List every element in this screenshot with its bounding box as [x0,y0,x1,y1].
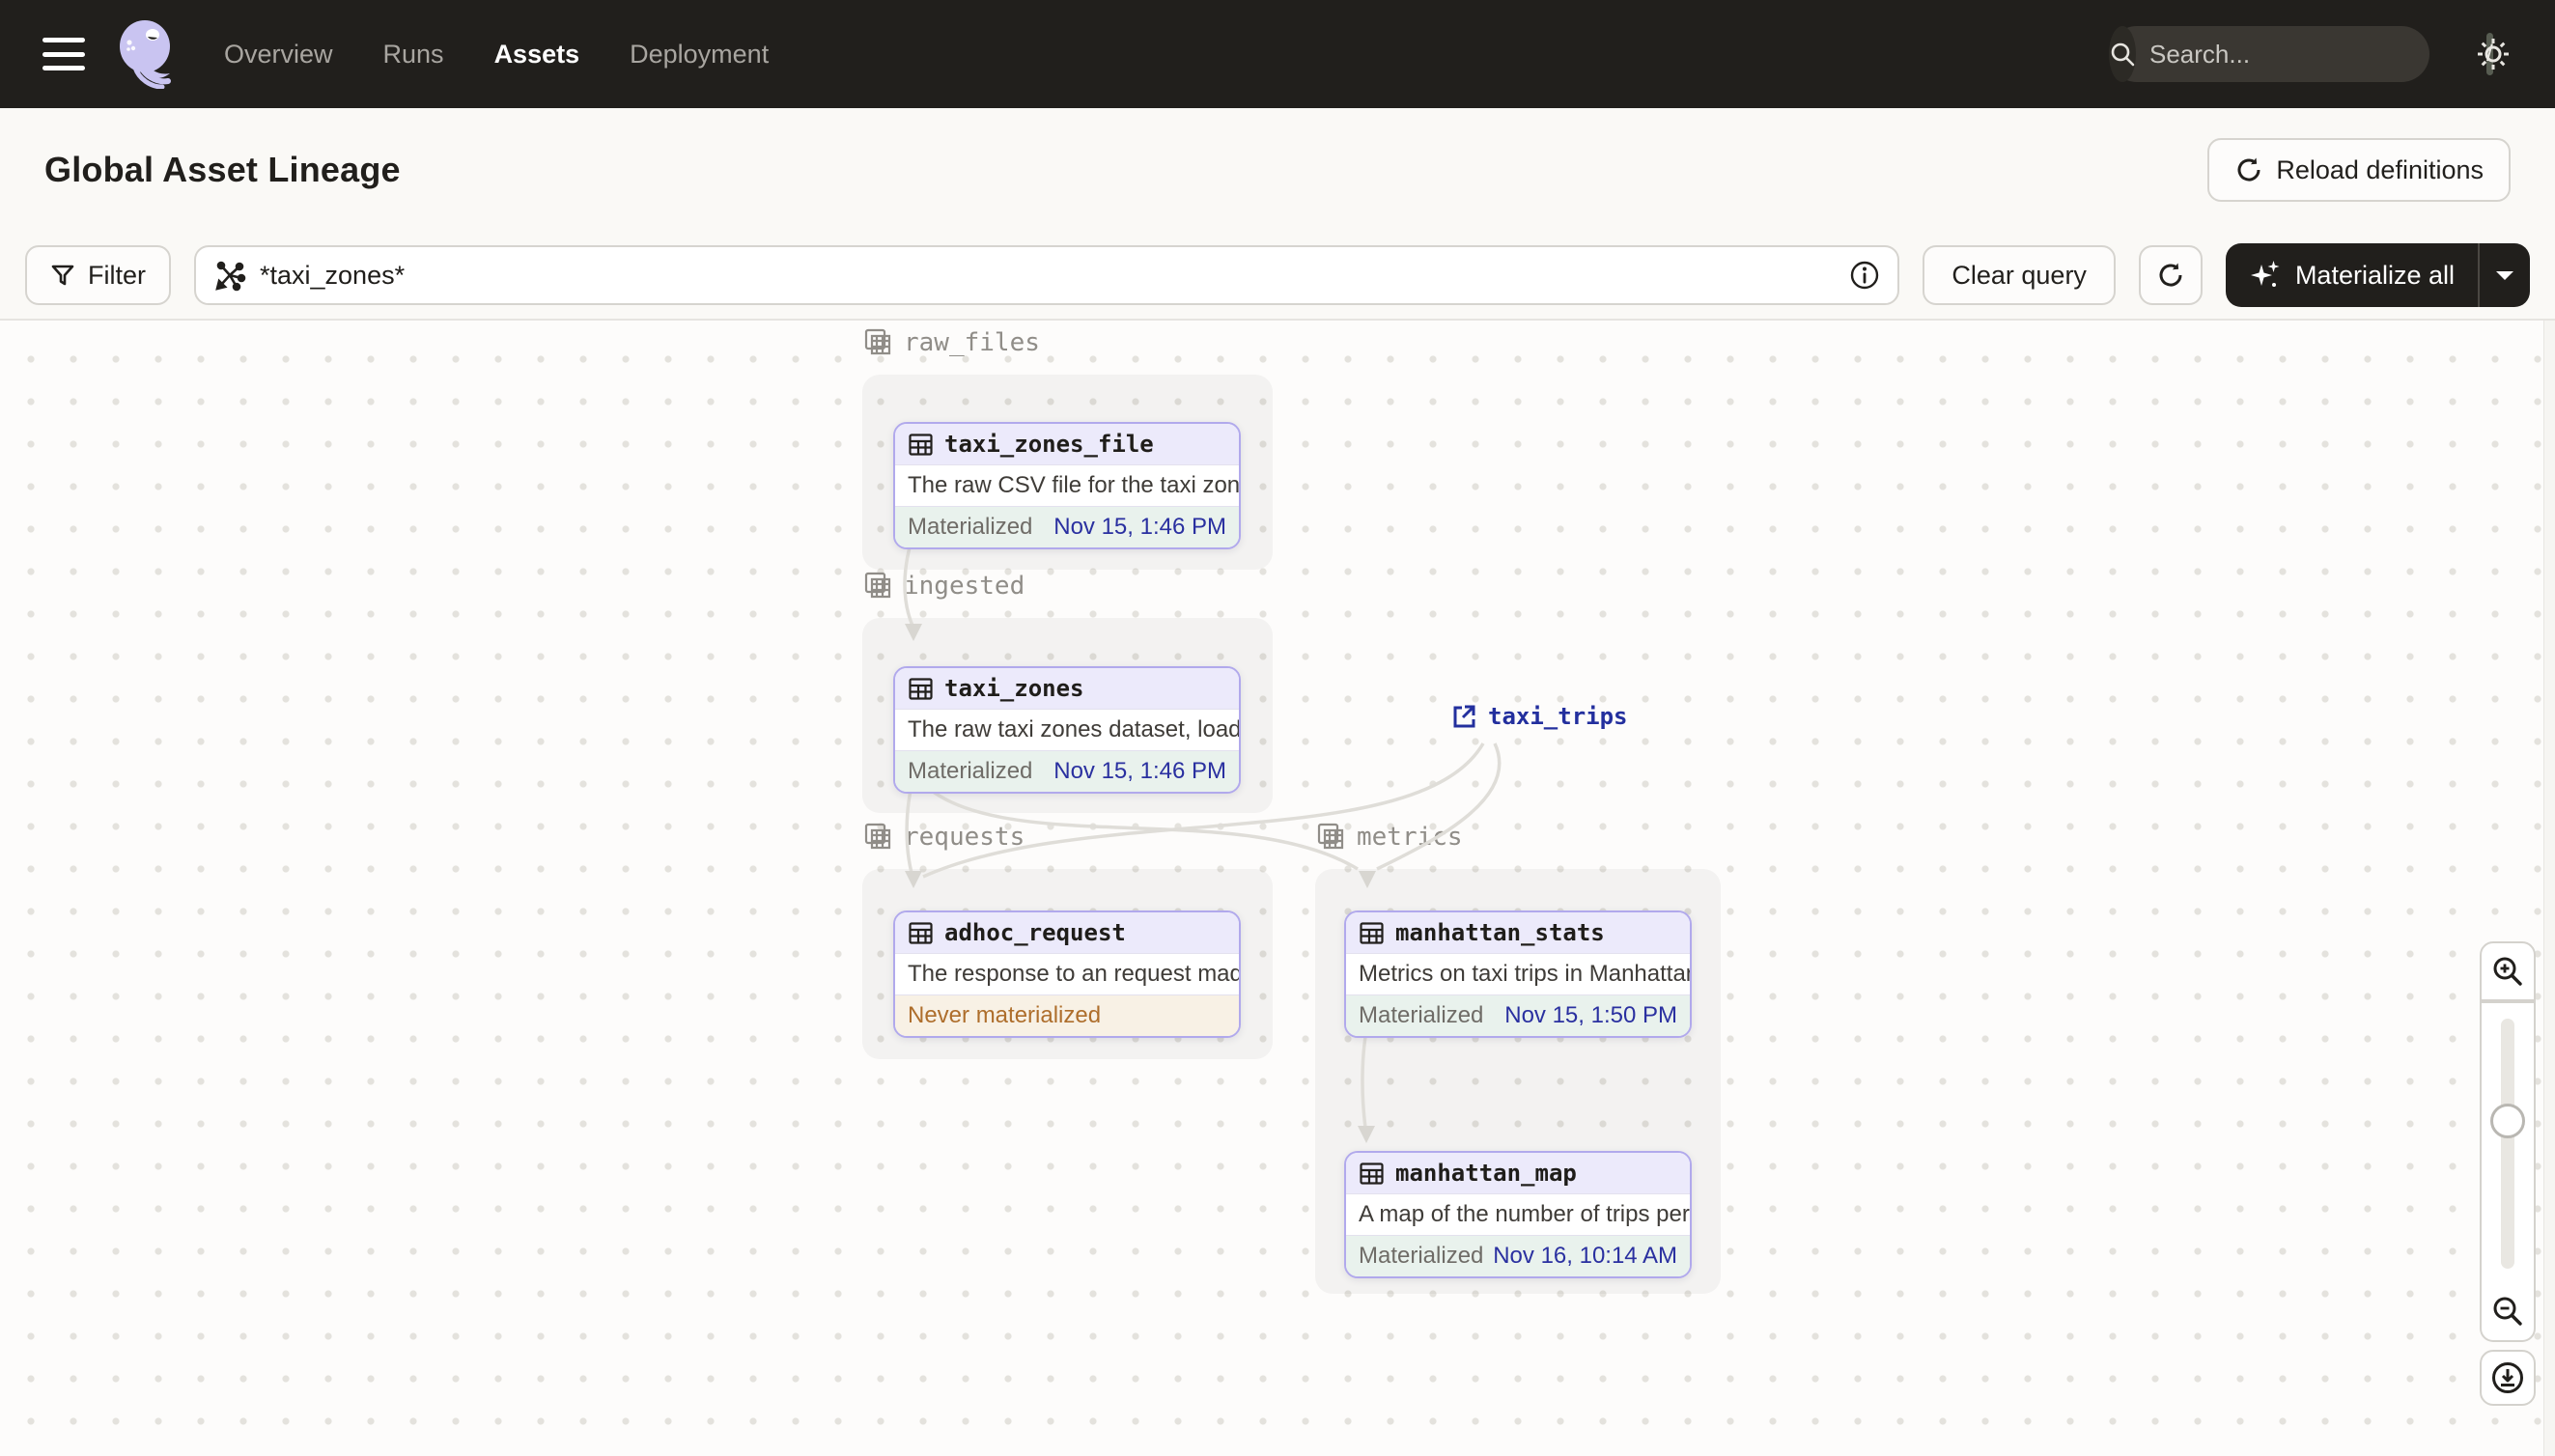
materialize-all-split-button: Materialize all [2225,243,2530,307]
asset-selection-input[interactable] [260,260,1837,291]
asset-node-status: Never materialized [895,995,1239,1036]
refresh-icon [2237,157,2260,182]
asset-node-description: The raw taxi zones dataset, loaded int..… [895,709,1239,751]
group-table-icon [864,328,891,355]
status-label: Never materialized [908,1002,1102,1028]
global-search[interactable]: / [2109,26,2493,82]
table-icon [909,677,933,700]
external-link-icon [1453,705,1475,728]
asset-node-description: The response to an request made in th... [895,953,1239,995]
group-table-icon [1317,823,1344,850]
refresh-icon [2159,263,2182,287]
asset-node-taxi-zones-file[interactable]: taxi_zones_file The raw CSV file for the… [893,422,1241,549]
table-icon [909,921,933,944]
nav-item-deployment[interactable]: Deployment [630,40,769,70]
chevron-down-icon [2496,271,2513,280]
nav-links: Overview Runs Assets Deployment [224,40,769,70]
lineage-edges [903,530,1502,1143]
status-label: Materialized [908,758,1033,784]
asset-node-taxi-zones[interactable]: taxi_zones The raw taxi zones dataset, l… [893,666,1241,794]
settings-gear-icon[interactable] [2474,35,2513,73]
group-table-icon [864,572,891,599]
group-label-requests: requests [864,823,1025,852]
dagster-logo-icon[interactable] [116,19,180,89]
asset-node-status: Materialized Nov 15, 1:46 PM [895,507,1239,547]
filter-button[interactable]: Filter [25,245,171,305]
asset-node-description: A map of the number of trips per taxi z.… [1346,1193,1690,1236]
zoom-slider[interactable] [2480,1001,2536,1282]
asset-node-status: Materialized Nov 15, 1:50 PM [1346,995,1690,1036]
table-icon [1360,921,1384,944]
status-label: Materialized [1359,1243,1484,1269]
zoom-in-button[interactable] [2480,941,2536,1001]
download-icon [2492,1362,2523,1393]
zoom-out-button[interactable] [2480,1282,2536,1342]
nav-item-overview[interactable]: Overview [224,40,333,70]
group-label-raw-files: raw_files [864,328,1040,357]
nav-item-assets[interactable]: Assets [494,40,580,70]
sparkle-icon [2250,261,2280,287]
materialize-options-caret[interactable] [2480,243,2530,307]
asset-node-header: manhattan_map [1346,1153,1690,1193]
asset-node-status: Materialized Nov 15, 1:46 PM [895,751,1239,792]
zoom-controls [2480,941,2536,1406]
top-nav: Overview Runs Assets Deployment / [0,0,2555,108]
search-icon [2109,26,2136,82]
nav-item-runs[interactable]: Runs [383,40,444,70]
group-label-metrics: metrics [1317,823,1463,852]
asset-node-header: taxi_zones_file [895,424,1239,464]
status-label: Materialized [908,514,1033,540]
info-icon[interactable] [1849,260,1880,291]
status-timestamp: Nov 16, 10:14 AM [1493,1243,1677,1269]
reload-definitions-button[interactable]: Reload definitions [2207,138,2511,202]
table-icon [1360,1162,1384,1185]
status-timestamp: Nov 15, 1:46 PM [1053,758,1226,784]
asset-node-adhoc-request[interactable]: adhoc_request The response to an request… [893,910,1241,1038]
asset-selection-input-wrap[interactable] [194,245,1900,305]
zoom-slider-track[interactable] [2501,1019,2514,1269]
materialize-all-button[interactable]: Materialize all [2226,243,2478,307]
table-icon [909,433,933,456]
lineage-canvas[interactable]: raw_files ingested requests metrics taxi… [0,321,2555,1456]
zoom-out-icon [2493,1297,2522,1326]
lineage-toolbar: Filter Clear query [0,232,2555,321]
asset-node-description: The raw CSV file for the taxi zones dat.… [895,464,1239,507]
asset-node-description: Metrics on taxi trips in Manhattan [1346,953,1690,995]
status-timestamp: Nov 15, 1:46 PM [1053,514,1226,540]
asset-node-header: manhattan_stats [1346,912,1690,953]
external-asset-taxi-trips[interactable]: taxi_trips [1450,703,1628,730]
refresh-graph-button[interactable] [2138,245,2203,305]
asset-node-manhattan-map[interactable]: manhattan_map A map of the number of tri… [1344,1151,1692,1278]
asset-node-status: Materialized Nov 16, 10:14 AM [1346,1236,1690,1276]
asset-node-manhattan-stats[interactable]: manhattan_stats Metrics on taxi trips in… [1344,910,1692,1038]
vertical-scrollbar[interactable] [2543,321,2555,1456]
funnel-icon [51,265,74,286]
download-image-button[interactable] [2480,1350,2536,1406]
page-title: Global Asset Lineage [44,150,401,189]
status-timestamp: Nov 15, 1:50 PM [1504,1002,1677,1028]
status-label: Materialized [1359,1002,1484,1028]
asset-selection-icon [215,261,246,292]
asset-node-header: adhoc_request [895,912,1239,953]
page-header: Global Asset Lineage Reload definitions [0,108,2555,232]
zoom-slider-handle[interactable] [2490,1104,2525,1138]
group-label-ingested: ingested [864,572,1025,601]
asset-node-header: taxi_zones [895,668,1239,709]
search-input[interactable] [2136,39,2486,70]
group-table-icon [864,823,891,850]
menu-icon[interactable] [42,38,85,70]
clear-query-button[interactable]: Clear query [1923,245,2116,305]
zoom-in-icon [2493,957,2522,986]
